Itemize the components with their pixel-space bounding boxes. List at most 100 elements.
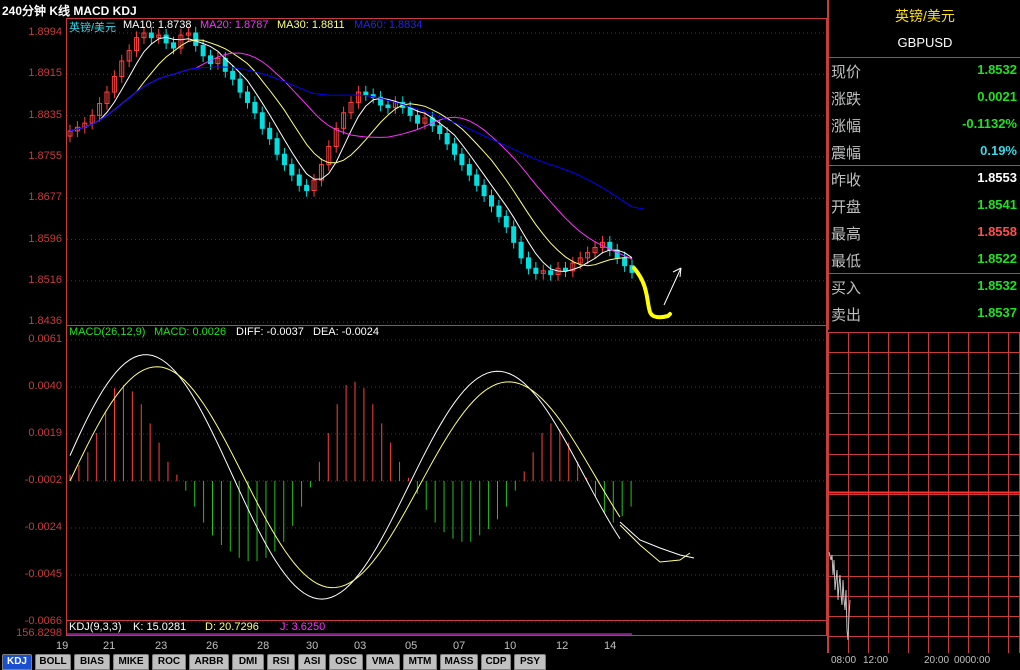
candle-body: [267, 127, 273, 140]
macd-tick: 0.0040: [28, 380, 62, 392]
candle-body: [614, 249, 620, 259]
tab-roc[interactable]: ROC: [152, 654, 186, 670]
macd-name-label: MACD(26,12,9): [69, 326, 146, 338]
quote-row-label: 卖出: [831, 307, 862, 324]
quote-row-label: 涨幅: [831, 118, 862, 135]
date-tick: 14: [604, 640, 617, 652]
quote-row-value: 1.8532: [977, 62, 1017, 77]
tab-arbr[interactable]: ARBR: [189, 654, 229, 670]
quote-row: 现价 1.8532: [829, 57, 1020, 84]
kdj-name-label: KDJ(9,3,3): [69, 621, 122, 633]
quote-row-label: 最低: [831, 253, 862, 270]
macd-tick: 0.0061: [28, 333, 62, 345]
quote-row-label: 昨收: [831, 172, 862, 189]
price-tick: 1.8516: [28, 273, 62, 286]
price-tick: 1.8677: [28, 191, 62, 204]
candle-body: [244, 91, 250, 103]
quote-row-value: 1.8541: [977, 197, 1017, 212]
quote-row-label: 最高: [831, 226, 862, 243]
price-tick: 1.8596: [28, 232, 62, 245]
candle-body: [363, 91, 369, 96]
candle-body: [466, 164, 472, 176]
tab-mtm[interactable]: MTM: [403, 654, 437, 670]
date-tick: 28: [257, 640, 270, 652]
chart-title: 240分钟 K线 MACD KDJ: [2, 4, 137, 18]
candle-body: [622, 257, 628, 267]
ma60-label: MA60: 1.8834: [354, 19, 423, 31]
date-tick: 07: [453, 640, 466, 652]
candle-body: [289, 164, 295, 176]
hand-drawn-annotation: [632, 266, 682, 320]
diff-line-tail: [619, 521, 695, 559]
price-tick: 1.8835: [28, 108, 62, 121]
tab-cdp[interactable]: CDP: [481, 654, 511, 670]
quote-row-label: 涨跌: [831, 91, 862, 108]
macd-tick: -0.0045: [24, 568, 62, 580]
quote-row-label: 买入: [831, 280, 862, 297]
tab-vma[interactable]: VMA: [366, 654, 400, 670]
ma30-line: [69, 39, 633, 267]
tab-bias[interactable]: BIAS: [74, 654, 110, 670]
kdj-j-label: J: 3.6250: [280, 621, 326, 633]
candle-body: [481, 184, 487, 197]
quote-row: 卖出 1.8537: [829, 300, 1020, 327]
quote-row-value: -0.1132%: [962, 116, 1017, 131]
intraday-time-tail: 0000:00: [954, 655, 991, 666]
quote-row: 涨幅 -0.1132%: [829, 111, 1020, 138]
candle-body: [274, 138, 280, 155]
intraday-time-mid: 12:00: [863, 655, 889, 666]
candle-body: [525, 257, 531, 269]
candle-body: [474, 174, 480, 186]
quote-row: 最低 1.8522: [829, 246, 1020, 273]
date-tick: 03: [354, 640, 367, 652]
date-tick: 26: [206, 640, 219, 652]
date-tick: 10: [504, 640, 517, 652]
candle-body: [496, 205, 502, 217]
tab-mike[interactable]: MIKE: [113, 654, 149, 670]
tab-dmi[interactable]: DMI: [232, 654, 264, 670]
arrow-annotation: [663, 267, 682, 306]
tab-asi[interactable]: ASI: [298, 654, 326, 670]
diff-line: [69, 354, 621, 600]
candle-body: [230, 70, 236, 80]
quote-row: 买入 1.8532: [829, 273, 1020, 300]
quote-row-value: 1.8532: [977, 278, 1017, 293]
tab-osc[interactable]: OSC: [329, 654, 363, 670]
quote-row-value: 0.0021: [977, 89, 1017, 104]
quote-row-label: 开盘: [831, 199, 862, 216]
candle-body: [252, 101, 258, 114]
quote-row-value: 1.8558: [977, 224, 1017, 239]
tab-mass[interactable]: MASS: [440, 654, 478, 670]
dea-line: [69, 366, 621, 589]
candle-body: [304, 184, 310, 192]
quote-row: 开盘 1.8541: [829, 192, 1020, 219]
kdj-k-label: K: 15.0281: [133, 621, 187, 633]
tab-psy[interactable]: PSY: [514, 654, 546, 670]
tab-boll[interactable]: BOLL: [35, 654, 71, 670]
quote-row-value: 1.8553: [977, 170, 1017, 185]
tab-kdj[interactable]: KDJ: [2, 654, 32, 670]
diff-label: DIFF: -0.0037: [236, 326, 304, 338]
macd-value-label: MACD: 0.0026: [154, 326, 227, 338]
candle-body: [415, 114, 421, 124]
candle-body: [437, 125, 443, 135]
intraday-time-start: 08:00: [831, 655, 857, 666]
candle-body: [163, 34, 169, 44]
symbol-label: 英镑/美元: [69, 22, 117, 34]
candle-body: [444, 133, 450, 145]
dea-line-tail: [619, 524, 691, 563]
date-tick: 12: [556, 640, 569, 652]
candle-body: [452, 143, 458, 155]
macd-tick: -0.0002: [24, 474, 62, 486]
quote-row-value: 1.8522: [977, 251, 1017, 266]
price-tick: 1.8436: [28, 315, 62, 328]
quote-row: 昨收 1.8553: [829, 165, 1020, 192]
candle-body: [148, 32, 154, 39]
candle-body: [171, 42, 177, 49]
candle-body: [518, 241, 524, 259]
tab-rsi[interactable]: RSI: [267, 654, 295, 670]
price-tick: 1.8915: [28, 67, 62, 80]
quote-row-value: 0.19%: [980, 143, 1017, 158]
ma60-line: [69, 66, 645, 210]
candle-body: [459, 153, 465, 166]
